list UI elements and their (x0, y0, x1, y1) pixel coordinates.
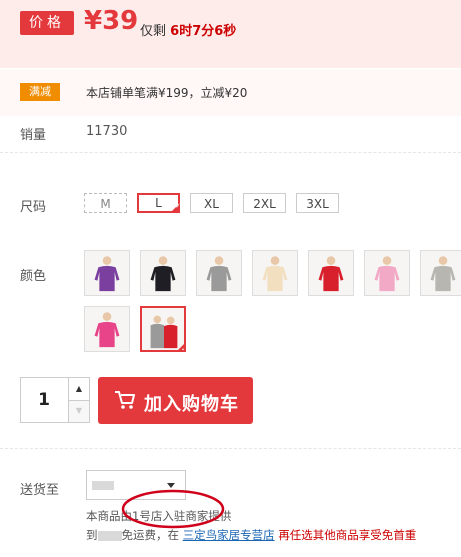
size-option-xl[interactable]: XL (190, 193, 233, 213)
divider (0, 152, 461, 153)
quantity-increase-button[interactable]: ▲ (68, 378, 89, 400)
price-tag: 价格 (20, 11, 74, 35)
quantity-decrease-button[interactable]: ▼ (68, 400, 89, 422)
promo-badge: 满减 (20, 83, 60, 101)
color-swatch-purple[interactable] (84, 250, 130, 296)
color-swatch-beige[interactable] (252, 250, 298, 296)
add-to-cart-button[interactable]: 加入购物车 (98, 377, 253, 424)
model-photo (141, 251, 185, 295)
free-shipping-suffix: 再任选其他商品享受免首重 (278, 528, 417, 542)
countdown-prefix: 仅剩 (140, 24, 167, 39)
price-value: ¥39 (84, 6, 139, 36)
color-swatch-gray[interactable] (196, 250, 242, 296)
model-photo (309, 251, 353, 295)
sales-value: 11730 (86, 124, 128, 139)
color-swatch-rose[interactable] (84, 306, 130, 352)
model-photo (421, 251, 461, 295)
size-option-l-label: L (155, 196, 162, 210)
color-swatch-pink-light[interactable] (364, 250, 410, 296)
quantity-input[interactable]: 1 (21, 378, 67, 422)
store-link[interactable]: 三定鸟家居专营店 (183, 528, 275, 542)
divider (0, 448, 461, 449)
countdown-time: 6时7分6秒 (170, 24, 237, 39)
sales-label: 销量 (20, 128, 47, 143)
model-photo (85, 307, 129, 351)
color-label: 颜色 (20, 269, 47, 284)
model-photo (253, 251, 297, 295)
checkmark-icon (170, 198, 181, 214)
promo-text: 本店铺单笔满¥199，立减¥20 (86, 86, 248, 100)
color-swatch-gray-light[interactable] (420, 250, 461, 296)
size-option-m[interactable]: M (84, 193, 127, 213)
shipping-label: 送货至 (20, 483, 60, 498)
region-text-blurred (92, 481, 114, 490)
color-swatch-black[interactable] (140, 250, 186, 296)
free-shipping-prefix: 到 (86, 528, 98, 542)
free-shipping-mid: 免运费，在 (121, 528, 180, 542)
size-option-l[interactable]: L (137, 193, 181, 214)
add-to-cart-label: 加入购物车 (144, 394, 239, 415)
countdown: 仅剩 6时7分6秒 (140, 20, 236, 39)
highlight-ellipse (121, 489, 225, 529)
size-option-3xl[interactable]: 3XL (296, 193, 339, 213)
color-swatch-red[interactable] (308, 250, 354, 296)
size-label: 尺码 (20, 200, 47, 215)
color-swatch-couple[interactable] (140, 306, 186, 352)
cart-icon (114, 390, 136, 415)
location-blurred (97, 530, 122, 541)
model-photo (85, 251, 129, 295)
model-photo (365, 251, 409, 295)
model-photo (197, 251, 241, 295)
size-option-2xl[interactable]: 2XL (243, 193, 286, 213)
